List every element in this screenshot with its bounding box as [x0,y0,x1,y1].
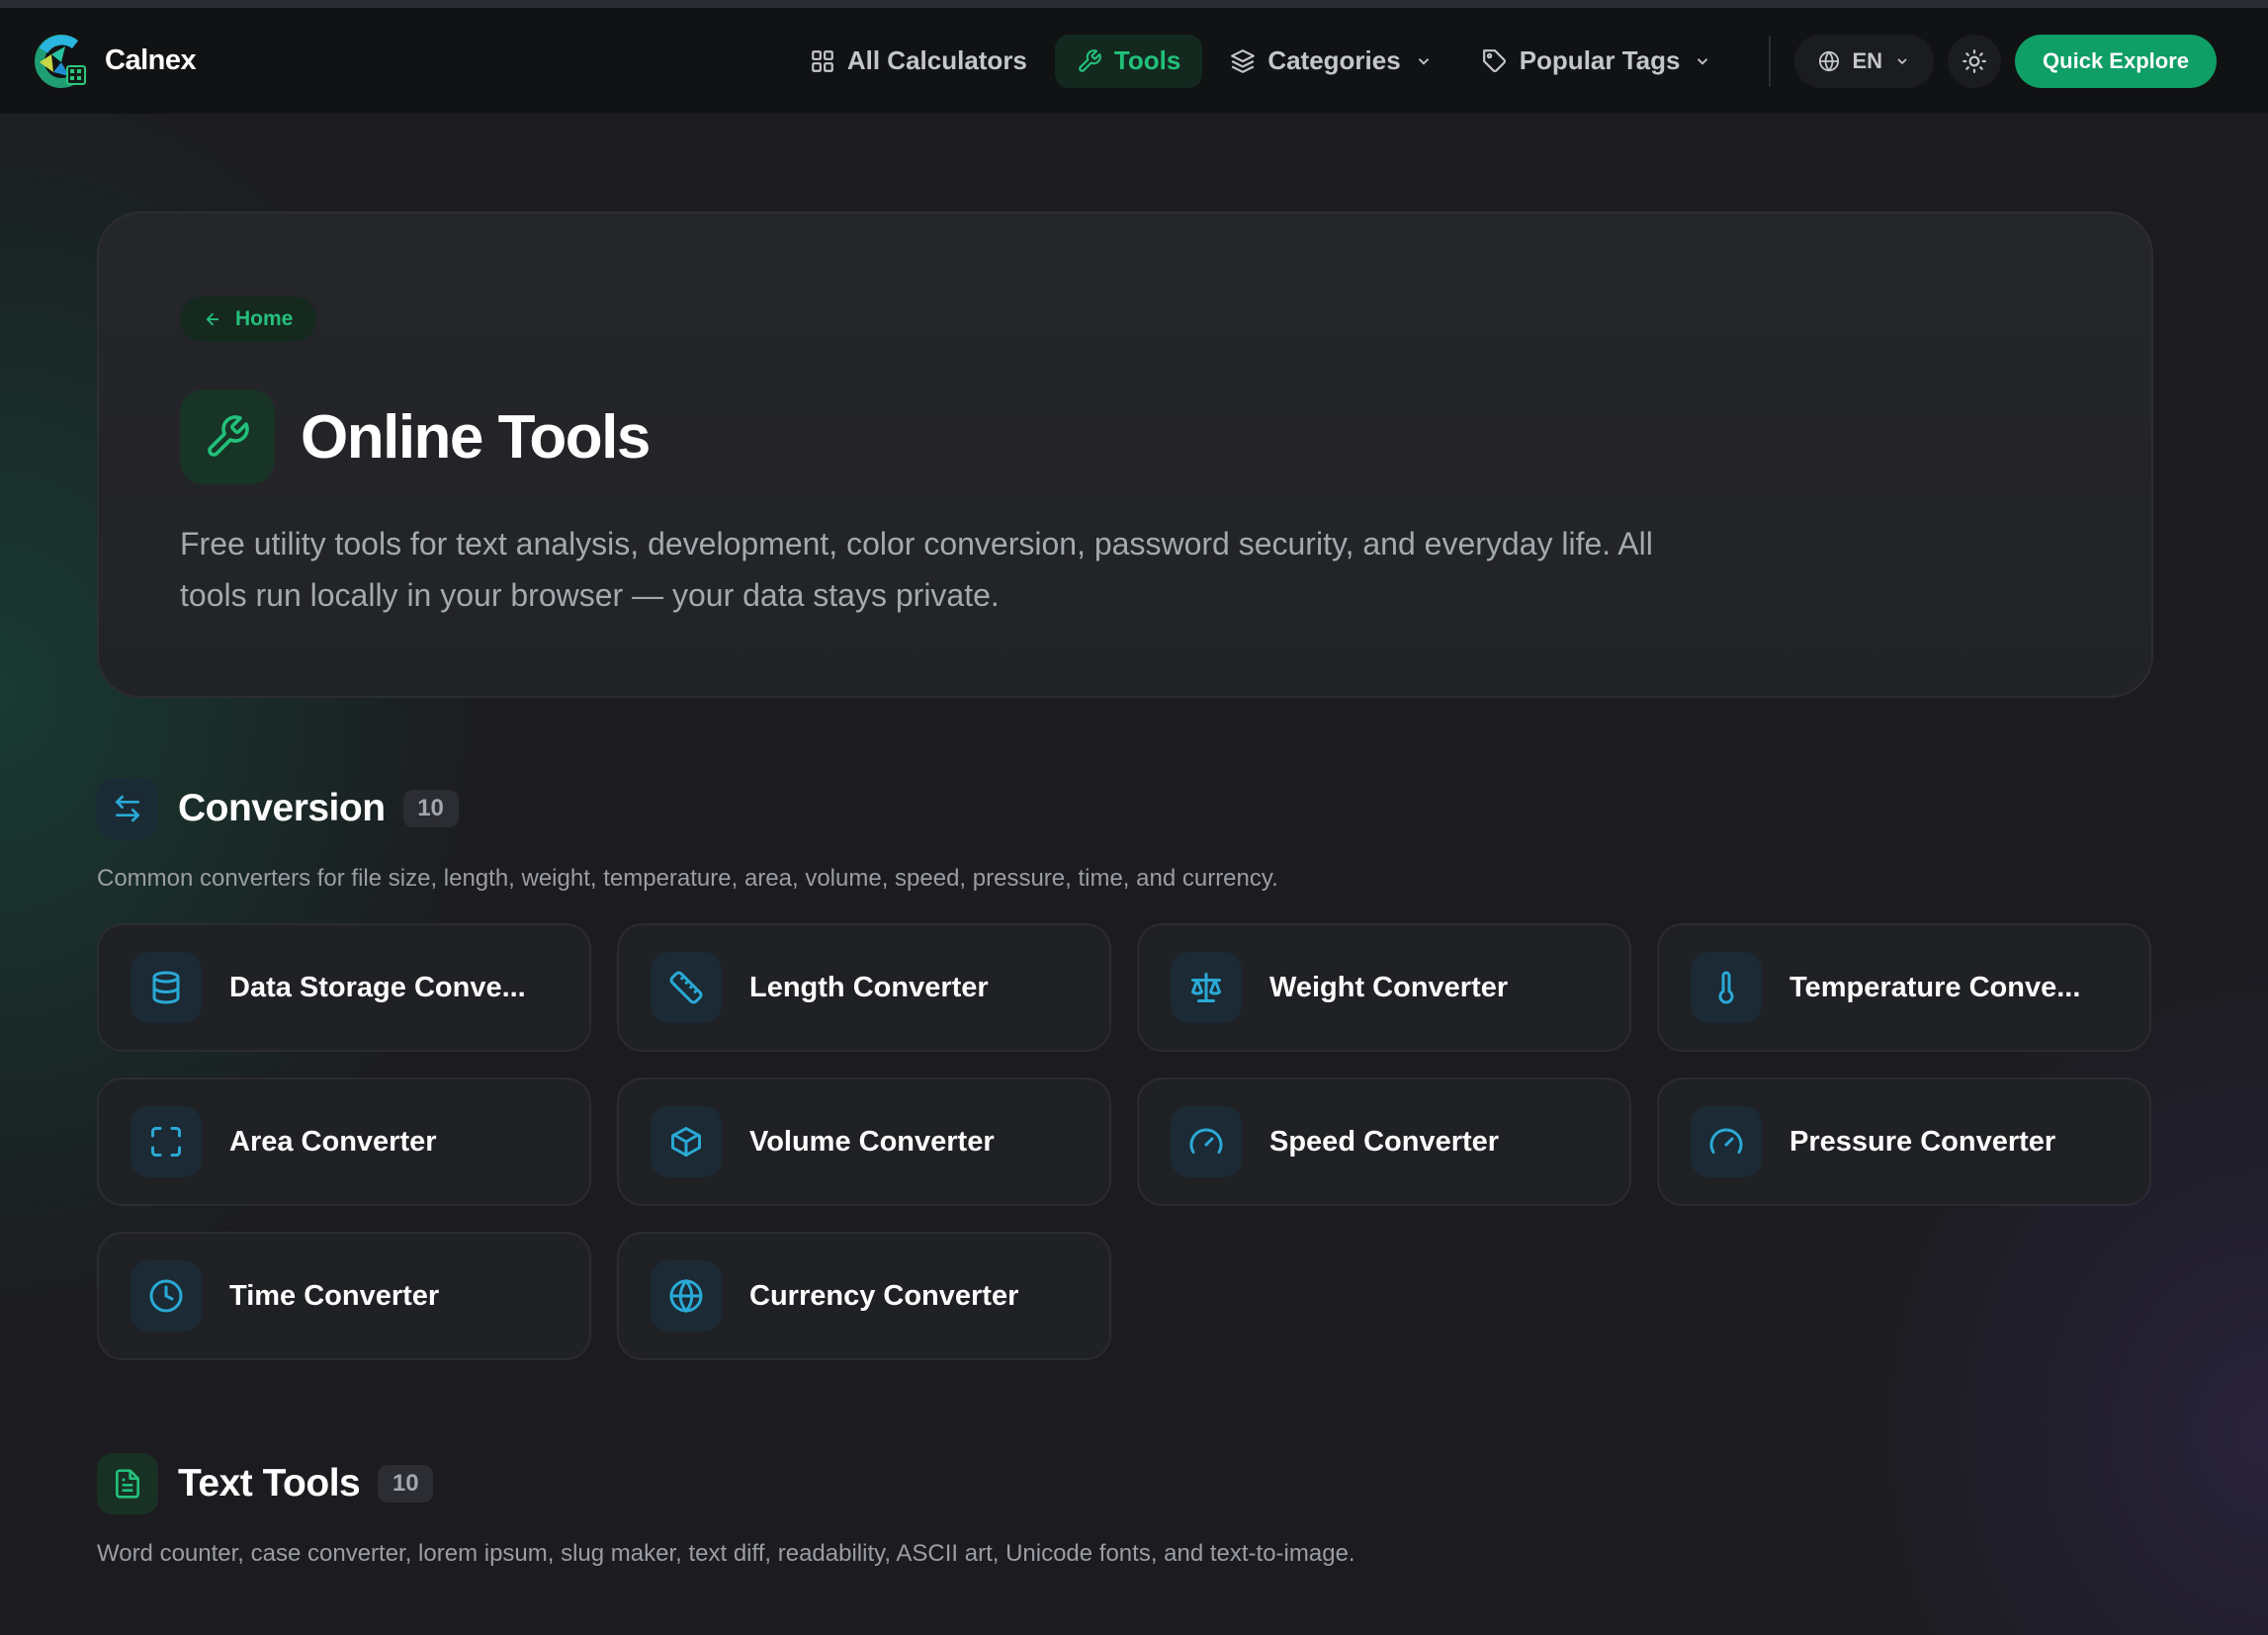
scale-icon [1191,973,1221,1002]
arrows-swap-icon [116,795,139,822]
card-icon-box [651,952,722,1023]
tool-card-label: Currency Converter [749,1279,1019,1312]
top-navbar: Calnex All Calculators Tools Categories … [0,8,2268,115]
tool-card-data-storage-converter[interactable]: Data Storage Conve... [97,923,591,1052]
section-icon-box [97,1453,158,1514]
breadcrumb-label: Home [235,307,294,330]
tool-card-pressure-converter[interactable]: Pressure Converter [1657,1077,2151,1206]
tool-card-label: Volume Converter [749,1125,995,1158]
section-count-badge: 10 [402,790,459,827]
database-icon [152,971,180,1004]
chevron-down-icon [1418,57,1429,65]
page-title: Online Tools [301,402,651,472]
calnex-logo-icon [35,34,86,88]
card-icon-box [1171,1106,1242,1177]
tool-card-label: Pressure Converter [1789,1125,2056,1158]
gauge-icon [1709,1128,1743,1154]
card-icon-box [131,1106,202,1177]
nav-divider [1769,35,1772,87]
card-icon-box [1171,952,1242,1023]
globe-icon [669,1278,703,1314]
tool-card-label: Speed Converter [1269,1125,1500,1158]
nav-categories-dropdown[interactable]: Categories [1208,35,1453,88]
section-title: Text Tools [178,1462,361,1505]
top-strip [0,0,2268,8]
hero-wrench-icon-box [180,389,275,484]
section-header: Conversion 10 [97,777,2153,840]
tool-card-label: Length Converter [749,971,989,1003]
tool-card-length-converter[interactable]: Length Converter [617,923,1111,1052]
tool-card-speed-converter[interactable]: Speed Converter [1137,1077,1631,1206]
tool-card-label: Time Converter [229,1279,440,1312]
theme-toggle-button[interactable] [1948,34,2002,88]
brand-name: Calnex [105,44,197,76]
page-description: Free utility tools for text analysis, de… [180,526,1653,613]
section-description: Word counter, case converter, lorem ipsu… [97,1540,1355,1567]
arrow-left-icon [206,312,219,326]
tool-card-currency-converter[interactable]: Currency Converter [617,1232,1111,1360]
tool-card-time-converter[interactable]: Time Converter [97,1232,591,1360]
nav-all-calculators-label: All Calculators [846,45,1027,75]
nav-tools[interactable]: Tools [1054,34,1203,88]
tool-card-volume-converter[interactable]: Volume Converter [617,1077,1111,1206]
nav-all-calculators[interactable]: All Calculators [788,35,1049,88]
chevron-down-icon [1897,57,1907,64]
nav-popular-tags-label: Popular Tags [1519,45,1681,75]
nav-popular-tags-dropdown[interactable]: Popular Tags [1460,35,1734,88]
sun-icon [1963,48,1986,73]
main-nav: All Calculators Tools Categories Popular… [782,34,2217,88]
card-icon-box [1691,952,1762,1023]
area-frame-icon [151,1127,181,1157]
nav-tools-label: Tools [1113,45,1181,75]
section-title: Conversion [178,787,386,829]
clock-icon [149,1279,183,1313]
tool-card-label: Data Storage Conve... [229,971,526,1003]
gauge-icon [1189,1128,1223,1154]
language-label: EN [1852,47,1883,73]
card-icon-box [131,1260,202,1332]
wrench-icon [208,415,249,457]
hero-title-row: Online Tools [180,389,2070,484]
section-header: Text Tools 10 [97,1452,2153,1515]
conversion-section: Conversion 10 Common converters for file… [97,777,2153,1360]
tool-card-weight-converter[interactable]: Weight Converter [1137,923,1631,1052]
section-icon-box [97,778,158,839]
quick-explore-button[interactable]: Quick Explore [2015,34,2217,88]
tool-card-label: Weight Converter [1269,971,1509,1003]
tool-card-label: Area Converter [229,1125,437,1158]
grid-icon [812,49,833,72]
wrench-icon [1079,48,1101,72]
tool-grid: Data Storage Conve... Length Converter W… [97,923,2153,1360]
cube-icon [671,1127,701,1157]
card-icon-box [651,1260,722,1332]
tool-card-label: Temperature Conve... [1789,971,2081,1003]
thermometer-icon [1718,971,1734,1004]
section-count-badge: 10 [378,1465,434,1503]
nav-categories-label: Categories [1267,45,1401,75]
text-tools-section: Text Tools 10 Word counter, case convert… [97,1452,2153,1569]
card-icon-box [1691,1106,1762,1177]
page: Calnex All Calculators Tools Categories … [0,0,2268,1635]
brand-link[interactable]: Calnex [32,33,197,90]
document-icon [116,1469,139,1499]
tool-card-area-converter[interactable]: Area Converter [97,1077,591,1206]
card-icon-box [651,1106,722,1177]
layers-icon [1231,48,1256,73]
tool-card-temperature-converter[interactable]: Temperature Conve... [1657,923,2151,1052]
chevron-down-icon [1698,57,1708,65]
hero-card: Home Online Tools Free utility tools for… [97,212,2153,698]
globe-icon [1819,49,1840,72]
tag-icon [1482,48,1506,72]
breadcrumb-home-link[interactable]: Home [180,297,317,342]
ruler-icon [669,971,703,1004]
section-description: Common converters for file size, length,… [97,865,1278,892]
card-icon-box [131,952,202,1023]
language-selector[interactable]: EN [1794,34,1935,88]
